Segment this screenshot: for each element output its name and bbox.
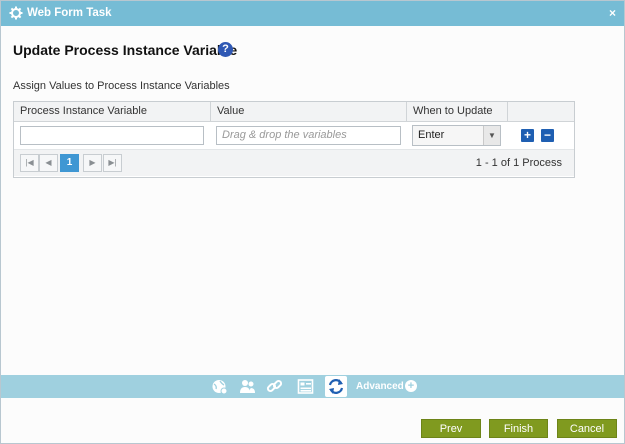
pager-info: 1 - 1 of 1 Process [475, 157, 562, 169]
link-icon[interactable] [266, 378, 283, 395]
grid-header: Process Instance Variable Value When to … [14, 102, 574, 122]
chevron-down-icon: ▼ [483, 126, 500, 145]
variable-input[interactable] [20, 126, 204, 145]
current-page-button[interactable]: 1 [60, 154, 79, 172]
last-page-button[interactable]: ▶| [103, 154, 122, 172]
when-to-update-value: Enter [418, 129, 445, 141]
refresh-icon-tab[interactable] [325, 376, 347, 397]
dialog-title: Web Form Task [27, 7, 112, 19]
form-icon[interactable] [297, 378, 314, 395]
table-row: Drag & drop the variables Enter ▼ + − [14, 122, 574, 150]
variables-grid: Process Instance Variable Value When to … [13, 101, 575, 178]
refresh-icon [328, 379, 344, 394]
gear-icon [9, 6, 23, 20]
web-form-task-dialog: Web Form Task × Update Process Instance … [0, 0, 625, 444]
bottom-toolbar: Advanced + [1, 375, 624, 398]
section-label: Assign Values to Process Instance Variab… [13, 80, 230, 92]
prev-button[interactable]: Prev [421, 419, 481, 438]
first-page-button[interactable]: |◀ [20, 154, 39, 172]
remove-row-button[interactable]: − [541, 129, 554, 142]
cancel-button[interactable]: Cancel [557, 419, 617, 438]
column-header-when: When to Update [407, 102, 508, 121]
value-input[interactable]: Drag & drop the variables [216, 126, 401, 145]
dialog-titlebar: Web Form Task × [1, 1, 624, 26]
grid-pager: |◀ ◀ 1 ▶ ▶| 1 - 1 of 1 Process [14, 150, 574, 176]
finish-button[interactable]: Finish [489, 419, 548, 438]
advanced-link[interactable]: Advanced [356, 381, 404, 392]
page-title: Update Process Instance Variable [13, 42, 238, 58]
column-header-actions [508, 102, 574, 121]
globe-icon[interactable] [211, 378, 228, 395]
help-icon[interactable]: ? [218, 42, 233, 57]
next-page-button[interactable]: ▶ [83, 154, 102, 172]
column-header-value: Value [211, 102, 407, 121]
add-row-button[interactable]: + [521, 129, 534, 142]
users-icon[interactable] [239, 378, 256, 395]
column-header-variable: Process Instance Variable [14, 102, 211, 121]
when-to-update-select[interactable]: Enter ▼ [412, 125, 501, 146]
close-icon[interactable]: × [609, 6, 616, 20]
advanced-plus-icon[interactable]: + [405, 380, 417, 392]
prev-page-button[interactable]: ◀ [39, 154, 58, 172]
